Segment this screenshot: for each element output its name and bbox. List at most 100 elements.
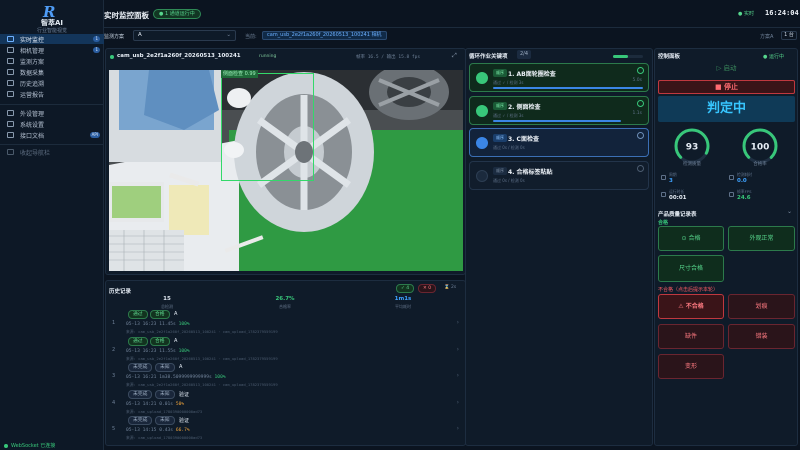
check-circle-icon bbox=[637, 67, 644, 74]
history-row[interactable]: 5 未完成 未知 验证 05-13 14:15 0.43s 66.7% 来源: cam_u… bbox=[109, 416, 463, 440]
metric-runtime: 运行时长 00:01 bbox=[660, 189, 727, 203]
check-circle-icon bbox=[637, 99, 644, 107]
chevron-down-icon: ⌄ bbox=[226, 32, 231, 38]
step-sub: 通过 ✓ / 检测 3s bbox=[493, 80, 524, 85]
stat-total-value: 15 bbox=[163, 296, 171, 302]
metric-cycle: 周期 3 bbox=[660, 172, 727, 186]
size-ok-button[interactable]: 尺寸合格 bbox=[658, 255, 724, 282]
missing-part-button[interactable]: 缺件 bbox=[658, 324, 724, 349]
chevron-right-icon: › bbox=[456, 425, 459, 432]
step-item[interactable]: 顺序 2. 侧面检查 通过 ✓ / 检测 3s 1.1s bbox=[469, 95, 649, 125]
current-camera-label: 当前: bbox=[245, 34, 257, 40]
scheme-code: 验证 bbox=[179, 391, 190, 398]
clock: 16:24:04 bbox=[765, 9, 799, 17]
history-row[interactable]: 3 未完成 未知 A 05-13 16:21 1m38.5099999999999s 1… bbox=[109, 363, 463, 387]
step-duration: 5.0s bbox=[632, 78, 642, 83]
judge-status: 判定中 bbox=[658, 96, 795, 122]
deformation-button[interactable]: 变形 bbox=[658, 354, 724, 379]
row-source: 来源: cam_usb_2e2f1a260f_20260513_100241 ·… bbox=[126, 329, 278, 334]
doc-icon bbox=[7, 132, 14, 138]
scheme-code: A bbox=[174, 337, 178, 344]
appearance-ok-button[interactable]: 外观正常 bbox=[728, 226, 795, 251]
row-source: 来源: cam_upload_1780390000000ad73 bbox=[126, 435, 203, 440]
sidebar-item-data-collect[interactable]: 数据采集 bbox=[0, 67, 104, 77]
status-tag: 通过 bbox=[128, 336, 148, 346]
history-title: 历史记录 bbox=[109, 289, 132, 295]
page-title: 实时监控面板 bbox=[104, 11, 149, 20]
sidebar-item-settings[interactable]: 系统设置 bbox=[0, 119, 104, 129]
history-fail-chip[interactable]: ✕ 0 bbox=[418, 284, 437, 293]
row-index: 4 bbox=[112, 399, 116, 406]
sidebar-item-device[interactable]: 外设管理 bbox=[0, 108, 104, 118]
status-tag: 合格 bbox=[150, 310, 170, 319]
history-row[interactable]: 1 通过 合格 A 05-13 16:23 11.45s 100% 来源: cam_usb… bbox=[109, 310, 463, 334]
history-time-chip: ⌛ 2s bbox=[444, 285, 457, 290]
start-button[interactable]: ▷ 启动 bbox=[658, 62, 795, 75]
row-source: 来源: cam_usb_2e2f1a260f_20260513_100241 ·… bbox=[126, 355, 278, 361]
history-pass-chip[interactable]: ✓ 4 bbox=[396, 284, 415, 293]
fail-button[interactable]: ⚠ 不合格 bbox=[658, 294, 724, 319]
live-indicator: ● 实时 bbox=[738, 11, 754, 17]
current-camera-chip[interactable]: cam_usb_2e2f1a260f_20260513_100241 相机 bbox=[262, 31, 387, 40]
step-duration: 1.1s bbox=[632, 110, 642, 116]
row-index: 2 bbox=[112, 346, 116, 353]
step-mode-chip: 顺序 bbox=[493, 69, 507, 77]
check-circle-icon bbox=[637, 132, 644, 139]
detection-box bbox=[221, 73, 314, 181]
expand-icon[interactable]: ⤢ bbox=[452, 52, 457, 60]
sidebar-item-api-docs[interactable]: 接口文档 API bbox=[0, 130, 104, 140]
step-mode-chip: 顺序 bbox=[493, 166, 507, 175]
steps-title: 循环作业关键项 bbox=[469, 54, 508, 60]
gear-icon bbox=[7, 121, 14, 127]
pass-button[interactable]: ⊙ 合格 bbox=[658, 226, 724, 251]
row-time: 05-13 14:15 0.43s bbox=[126, 428, 174, 433]
history-row[interactable]: 2 通过 合格 A 05-13 16:23 11.55s 100% 来源: cam_usb… bbox=[109, 336, 463, 361]
scratch-button[interactable]: 划痕 bbox=[728, 294, 795, 319]
stat-pass-rate-value: 26.7% bbox=[275, 296, 295, 302]
stop-button[interactable]: ■ 停止 bbox=[658, 80, 795, 94]
clock-icon bbox=[661, 192, 666, 197]
sidebar-item-realtime-monitor[interactable]: 实时监控 1 bbox=[0, 34, 104, 44]
step-item[interactable]: 顺序 1. AB面轮圈检查通过 ✓ / 检测 3s 5.0s bbox=[469, 63, 649, 92]
history-row[interactable]: 4 未完成 未知 验证 05-13 14:21 0.01s 50% 来源: cam_upl… bbox=[109, 389, 463, 414]
row-meta: 05-13 14:21 0.01s 50% bbox=[126, 402, 184, 407]
control-title: 控制面板 bbox=[658, 54, 681, 60]
step-status-dot bbox=[476, 104, 488, 117]
misassembly-button[interactable]: 错装 bbox=[728, 324, 795, 349]
row-index: 1 bbox=[112, 320, 116, 326]
step-item[interactable]: 顺序 4. 合格标签粘贴 通过 0s / 检测 0s bbox=[469, 160, 649, 190]
camera-status: running bbox=[259, 54, 277, 59]
row-time: 05-13 16:21 1m38.5099999999999s bbox=[126, 375, 212, 380]
step-sub: 通过 0s / 检测 0s bbox=[493, 145, 525, 150]
step-name: 2. 侧面检查 bbox=[508, 103, 541, 111]
status-tag: 未知 bbox=[155, 363, 175, 372]
steps-count: 2/4 bbox=[517, 50, 532, 59]
chevron-right-icon: › bbox=[456, 319, 459, 326]
scheme-select[interactable]: A ⌄ bbox=[133, 30, 236, 41]
stat-avg-time-value: 1m1s bbox=[394, 296, 412, 302]
chevron-right-icon: › bbox=[456, 398, 459, 406]
status-tag: 通过 bbox=[128, 310, 148, 319]
step-item[interactable]: 顺序 3. C面检查 通过 0s / 检测 0s bbox=[469, 128, 649, 157]
step-name: 1. AB面轮圈检查 bbox=[508, 71, 556, 78]
chevron-down-icon[interactable]: ⌄ bbox=[787, 208, 792, 215]
sidebar-item-report[interactable]: 运营报告 bbox=[0, 89, 104, 99]
fail-section-label: 不合格（点击后提示本轮） bbox=[658, 287, 719, 293]
chevron-right-icon: › bbox=[456, 345, 459, 353]
collapse-sidebar-button[interactable]: 收起导航栏 bbox=[0, 147, 104, 157]
sidebar-item-history[interactable]: 历史追溯 bbox=[0, 78, 104, 88]
row-index: 5 bbox=[112, 426, 116, 432]
scheme-label: 监测方案 bbox=[104, 34, 125, 40]
step-name: 4. 合格标签粘贴 bbox=[508, 168, 553, 176]
step-name: 3. C面检查 bbox=[508, 136, 539, 143]
gauges: 93 100 bbox=[674, 128, 778, 164]
quality-gauge: 93 bbox=[674, 128, 710, 164]
step-progress-bar bbox=[493, 87, 643, 89]
sidebar-item-camera[interactable]: 相机管理 1 bbox=[0, 45, 104, 55]
status-tag: 未完成 bbox=[128, 363, 153, 372]
sidebar-item-scheme[interactable]: 监测方案 bbox=[0, 56, 104, 66]
websocket-status: WebSocket 已连接 bbox=[4, 442, 55, 449]
row-source: 来源: cam_upload_1780390000000ad73 bbox=[126, 408, 203, 414]
report-icon bbox=[7, 91, 14, 97]
camera-stats: 帧率 16.5 / 输出 15.8 fps bbox=[356, 55, 421, 60]
